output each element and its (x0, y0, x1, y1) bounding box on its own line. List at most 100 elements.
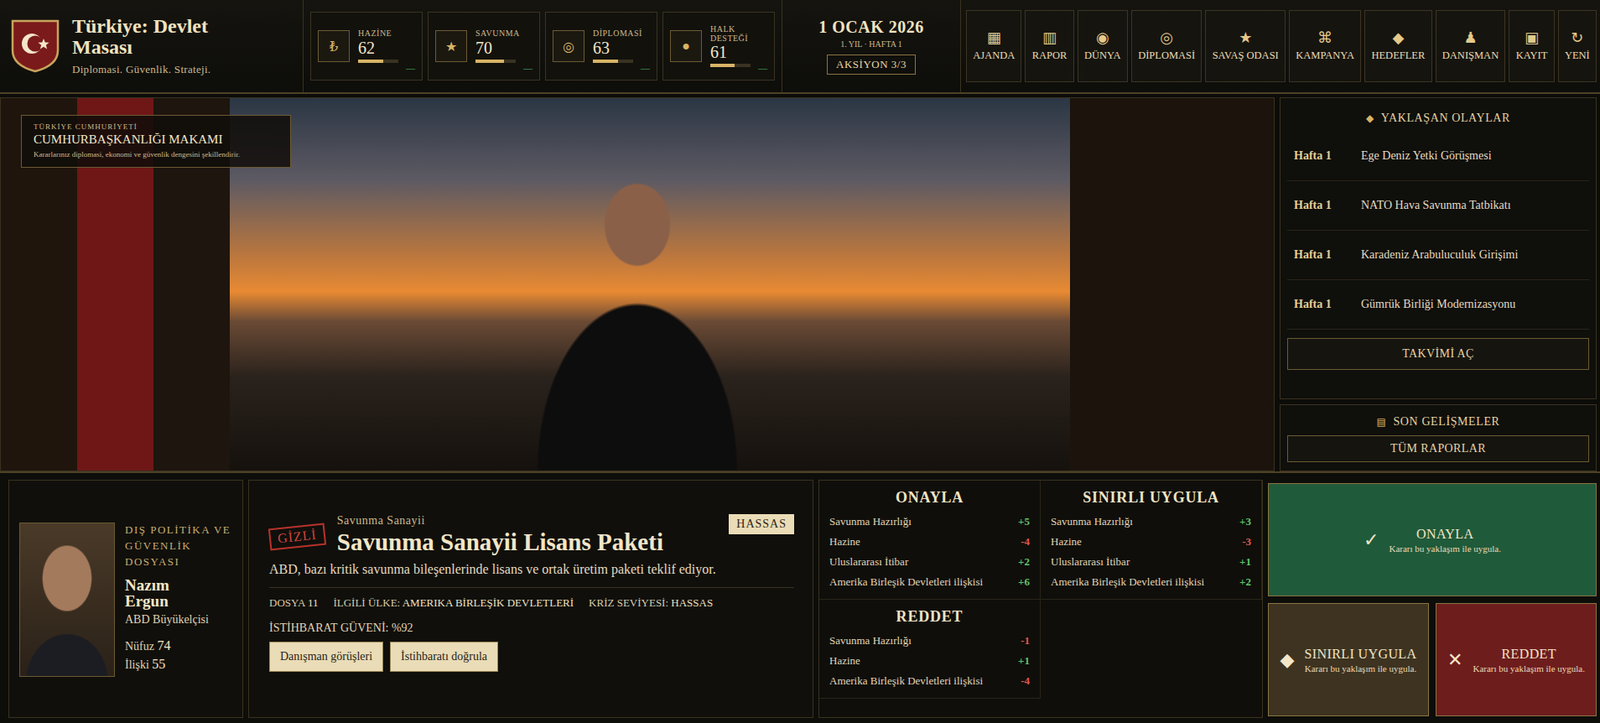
action-button[interactable]: ✓ ONAYLA Kararı bu yaklaşım ile uygula. (1267, 483, 1597, 597)
nav-icon: ♟ (1463, 30, 1477, 46)
reports-button[interactable]: TÜM RAPORLAR (1287, 435, 1590, 463)
effect-row: Hazine -3 (1050, 531, 1252, 552)
nav-bar: ▦ AJANDA▥ RAPOR◉ DÜNYA◎ DİPLOMASİ★ SAVAŞ… (961, 0, 1600, 93)
effect-row: Hazine +1 (829, 650, 1030, 671)
secret-stamp: GİZLİ (268, 523, 327, 551)
office-scene: TÜRKİYE CUMHURİYETİ CUMHURBAŞKANLIĞI MAK… (0, 97, 1275, 472)
stat-bar (710, 63, 751, 68)
advisor-stat: İlişki 55 (124, 656, 234, 672)
advisor-role: ABD Büyükelçisi (124, 612, 234, 627)
event-row[interactable]: Hafta 1 NATO Hava Savunma Tatbikatı (1287, 181, 1590, 231)
emblem-icon (10, 18, 61, 74)
effect-row: Uluslararası İtibar +1 (1050, 551, 1252, 572)
date: 1 OCAK 2026 (818, 17, 925, 37)
file-meta: DOSYA 11İLGİLİ ÜLKE: AMERIKA BİRLEŞİK DE… (269, 596, 795, 610)
stat-label: DİPLOMASİ (592, 29, 640, 39)
advisor-stat: Nüfuz 74 (124, 638, 234, 654)
nav-button[interactable]: ◆ HEDEFLER (1364, 10, 1432, 83)
action-button[interactable]: ◆ SINIRLI UYGULA Kararı bu yaklaşım ile … (1267, 602, 1429, 717)
option-effects: ONAYLA Savunma Hazırlığı +5Hazine -4Ulus… (818, 479, 1263, 718)
nav-button[interactable]: ★ SAVAŞ ODASI (1205, 10, 1286, 83)
developments-panel: ▤ SON GELİŞMELER TÜM RAPORLAR (1279, 404, 1597, 472)
file-button[interactable]: Danışman görüşleri (269, 641, 384, 672)
brand: Türkiye: Devlet Masası Diplomasi. Güvenl… (0, 0, 304, 93)
stat-value: 62 (358, 38, 399, 58)
action-buttons: ✓ ONAYLA Kararı bu yaklaşım ile uygula.◆… (1267, 479, 1597, 718)
stat-label: SAVUNMA (475, 29, 520, 39)
nav-icon: ◉ (1096, 30, 1110, 46)
stat-trend: — (523, 62, 533, 73)
stat-icon: ★ (435, 30, 468, 63)
stat-card: ₺ HAZİNE 62 — (310, 11, 423, 81)
intel-confidence: İSTİHBARAT GÜVENİ: %92 (269, 621, 795, 635)
nav-button[interactable]: ◉ DÜNYA (1077, 10, 1128, 83)
stat-icon: ₺ (317, 30, 350, 63)
main-area: TÜRKİYE CUMHURİYETİ CUMHURBAŞKANLIĞI MAK… (0, 93, 1600, 472)
app: Türkiye: Devlet Masası Diplomasi. Güvenl… (0, 0, 1600, 723)
advisor-portrait (19, 522, 115, 677)
date-block: 1 OCAK 2026 1. YIL · HAFTA 1 AKSİYON 3/3 (782, 0, 962, 93)
option-column: REDDET Savunma Hazırlığı -1Hazine +1Amer… (819, 599, 1041, 699)
nav-icon: ▣ (1524, 30, 1539, 46)
stat-card: ● HALK DESTEĞİ 61 — (662, 11, 775, 81)
stat-bar (358, 59, 399, 63)
stat-value: 70 (475, 38, 520, 58)
app-title: Türkiye: Devlet Masası (72, 15, 257, 58)
stat-bar (592, 59, 634, 63)
nav-button[interactable]: ◎ DİPLOMASİ (1131, 10, 1203, 83)
effect-row: Amerika Birleşik Devletleri ilişkisi +6 (829, 571, 1030, 593)
effect-row: Amerika Birleşik Devletleri ilişkisi +2 (1050, 571, 1252, 593)
top-bar: Türkiye: Devlet Masası Diplomasi. Güvenl… (0, 0, 1600, 94)
dossier-label: DIŞ POLİTİKA VE GÜVENLİK DOSYASI (124, 522, 234, 571)
advisor-card: DIŞ POLİTİKA VE GÜVENLİK DOSYASI Nazım E… (8, 479, 244, 718)
nav-icon: ★ (1238, 30, 1252, 46)
event-row[interactable]: Hafta 1 Karadeniz Arabuluculuk Girişimi (1287, 230, 1590, 281)
action-button[interactable]: ✕ REDDET Kararı bu yaklaşım ile uygula. (1435, 602, 1597, 717)
nav-button[interactable]: ▦ AJANDA (966, 10, 1022, 83)
nav-icon: ↻ (1570, 30, 1584, 46)
stat-trend: — (640, 62, 650, 73)
nav-icon: ◆ (1392, 30, 1404, 46)
events-panel: ◆ YAKLAŞAN OLAYLAR Hafta 1 Ege Deniz Yet… (1279, 97, 1597, 400)
action-icon: ◆ (1280, 649, 1295, 671)
file-button[interactable]: İstihbaratı doğrula (389, 641, 499, 672)
stat-bar (475, 59, 516, 63)
nav-button[interactable]: ▥ RAPOR (1024, 10, 1074, 83)
nav-icon: ⌘ (1317, 30, 1333, 46)
effect-row: Savunma Hazırlığı +3 (1050, 511, 1252, 532)
action-icon: ✓ (1363, 529, 1379, 551)
option-column: ONAYLA Savunma Hazırlığı +5Hazine -4Ulus… (819, 480, 1041, 600)
effect-row: Hazine -4 (829, 531, 1030, 552)
file-card: GİZLİ Savunma Sanayii Savunma Sanayii Li… (248, 479, 814, 718)
file-description: ABD, bazı kritik savunma bileşenlerinde … (269, 561, 795, 588)
event-row[interactable]: Hafta 1 Ege Deniz Yetki Görüşmesi (1287, 131, 1590, 182)
events-title: ◆ YAKLAŞAN OLAYLAR (1287, 106, 1590, 132)
app-subtitle: Diplomasi. Güvenlik. Strateji. (72, 62, 257, 77)
file-title: Savunma Sanayii Lisans Paketi (337, 527, 718, 557)
stat-card: ★ SAVUNMA 70 — (427, 11, 541, 81)
file-category: Savunma Sanayii (337, 514, 718, 528)
effect-row: Savunma Hazırlığı -1 (829, 630, 1030, 651)
diamond-icon: ◆ (1366, 112, 1375, 125)
stat-cards: ₺ HAZİNE 62 —★ SAVUNMA 70 —◎ DİPLOMASİ 6… (303, 0, 783, 93)
effect-row: Uluslararası İtibar +2 (829, 551, 1030, 572)
nav-button[interactable]: ♟ DANIŞMAN (1435, 10, 1507, 83)
effect-row: Amerika Birleşik Devletleri ilişkisi -4 (829, 670, 1030, 691)
developments-title: ▤ SON GELİŞMELER (1287, 411, 1590, 434)
nav-button[interactable]: ▣ KAYIT (1508, 10, 1554, 83)
nav-icon: ▦ (987, 30, 1002, 46)
stat-value: 63 (592, 38, 640, 58)
stat-label: HAZİNE (358, 29, 399, 39)
stat-label: HALK DESTEĞİ (710, 25, 758, 43)
calendar-button[interactable]: TAKVİMİ AÇ (1287, 337, 1590, 370)
nav-icon: ▥ (1042, 30, 1057, 46)
effect-row: Savunma Hazırlığı +5 (829, 511, 1030, 532)
nav-button[interactable]: ↻ YENİ (1558, 10, 1597, 83)
event-row[interactable]: Hafta 1 Gümrük Birliği Modernizasyonu (1287, 280, 1590, 330)
nav-button[interactable]: ⌘ KAMPANYA (1288, 10, 1362, 83)
report-icon: ▤ (1376, 415, 1388, 428)
action-icon: ✕ (1447, 649, 1463, 671)
sensitivity-tag: HASSAS (728, 514, 795, 535)
office-card: TÜRKİYE CUMHURİYETİ CUMHURBAŞKANLIĞI MAK… (20, 114, 291, 168)
decision-panel: DIŞ POLİTİKA VE GÜVENLİK DOSYASI Nazım E… (0, 471, 1600, 723)
